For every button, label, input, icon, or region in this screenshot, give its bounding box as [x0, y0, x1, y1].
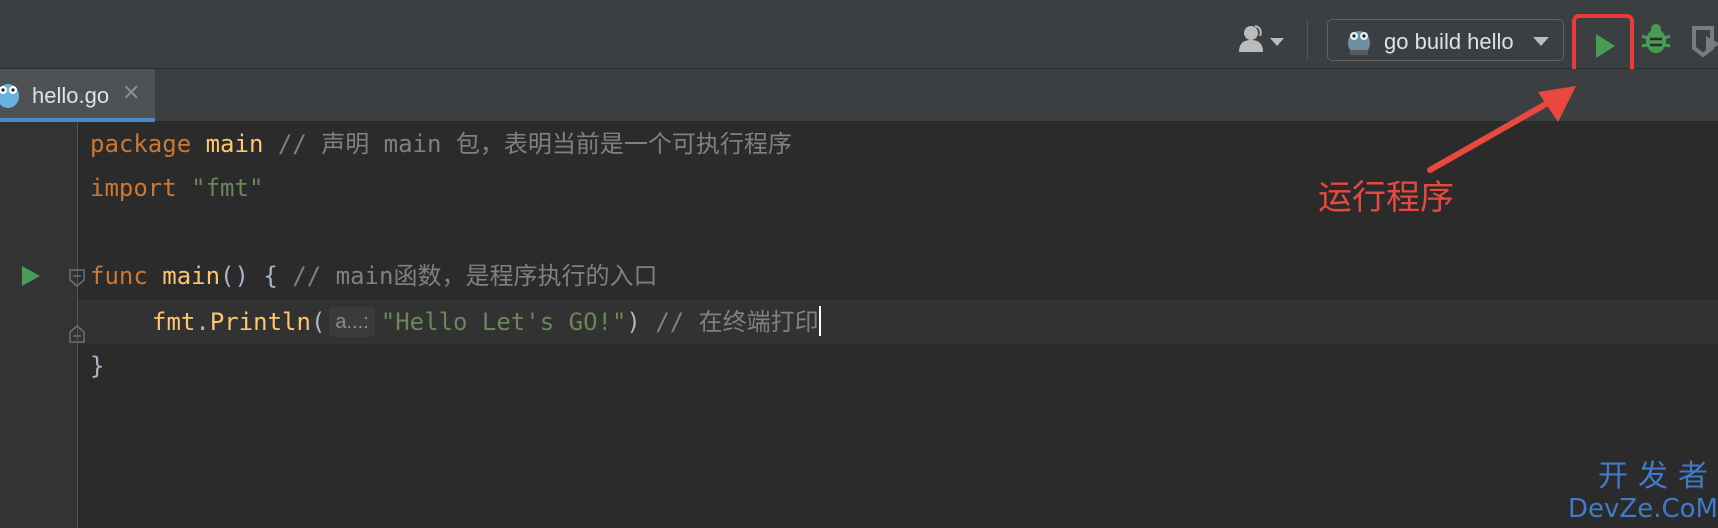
text-cursor	[818, 306, 821, 336]
line-gutter	[0, 122, 78, 528]
punctuation: .	[195, 308, 210, 336]
tab-hello-go[interactable]: hello.go ✕	[0, 69, 155, 122]
code-line[interactable]: package main // 声明 main 包，表明当前是一个可执行程序	[90, 122, 792, 166]
identifier: main	[162, 262, 221, 290]
gopher-icon	[1348, 31, 1370, 55]
watermark-en: DevZe.CoM	[1568, 494, 1718, 524]
annotation-arrow	[1427, 86, 1576, 173]
run-configuration-label: go build hello	[1384, 29, 1514, 54]
run-icon	[1596, 34, 1615, 58]
parameter-hint: a...:	[329, 307, 375, 337]
identifier: main	[205, 130, 264, 158]
toolbar-divider	[1307, 20, 1308, 60]
watermark-logo: 开发者 DevZe.CoM	[1560, 459, 1718, 525]
identifier: fmt	[152, 308, 196, 336]
user-menu-button[interactable]	[1232, 22, 1292, 56]
punctuation: }	[90, 352, 105, 380]
run-icon[interactable]	[21, 265, 41, 287]
coverage-icon	[1692, 26, 1718, 58]
user-icon	[1239, 25, 1263, 52]
keyword: func	[90, 262, 148, 290]
run-button[interactable]	[1572, 14, 1634, 77]
comment: // 在终端打印	[655, 308, 819, 336]
run-configuration-selector[interactable]: go build hello	[1327, 19, 1564, 61]
watermark-cn: 开发者	[1598, 459, 1718, 494]
fold-close-icon[interactable]	[69, 325, 85, 343]
comment: // 声明 main 包，表明当前是一个可执行程序	[277, 130, 792, 158]
tab-label: hello.go	[32, 83, 110, 108]
string-literal: "fmt"	[191, 174, 264, 202]
chevron-down-icon	[1533, 37, 1549, 46]
code-editor[interactable]: package main // 声明 main 包，表明当前是一个可执行程序 i…	[0, 122, 1718, 528]
keyword: package	[90, 130, 192, 158]
code-line[interactable]: fmt.Println(a...: "Hello Let's GO!") // 在…	[152, 300, 821, 344]
string-literal: "Hello Let's GO!"	[380, 308, 627, 336]
debug-icon	[1641, 24, 1671, 53]
chevron-down-icon	[1270, 38, 1284, 46]
code-line[interactable]: func main() { // main函数，是程序执行的入口	[90, 254, 657, 298]
comment: // main函数，是程序执行的入口	[292, 262, 658, 290]
coverage-button[interactable]	[1690, 24, 1718, 60]
punctuation: )	[626, 308, 641, 336]
identifier: Println	[209, 308, 311, 336]
gopher-icon	[0, 84, 19, 108]
main-toolbar: go build hello	[0, 0, 1718, 77]
punctuation: () {	[220, 262, 278, 290]
code-line[interactable]: }	[90, 344, 104, 388]
close-icon[interactable]: ✕	[122, 80, 140, 106]
code-line[interactable]: import "fmt"	[90, 166, 263, 210]
annotation-label: 运行程序	[1318, 178, 1454, 218]
keyword: import	[90, 174, 177, 202]
punctuation: (	[310, 308, 326, 336]
fold-open-icon[interactable]	[69, 269, 85, 287]
debug-button[interactable]	[1639, 22, 1675, 58]
